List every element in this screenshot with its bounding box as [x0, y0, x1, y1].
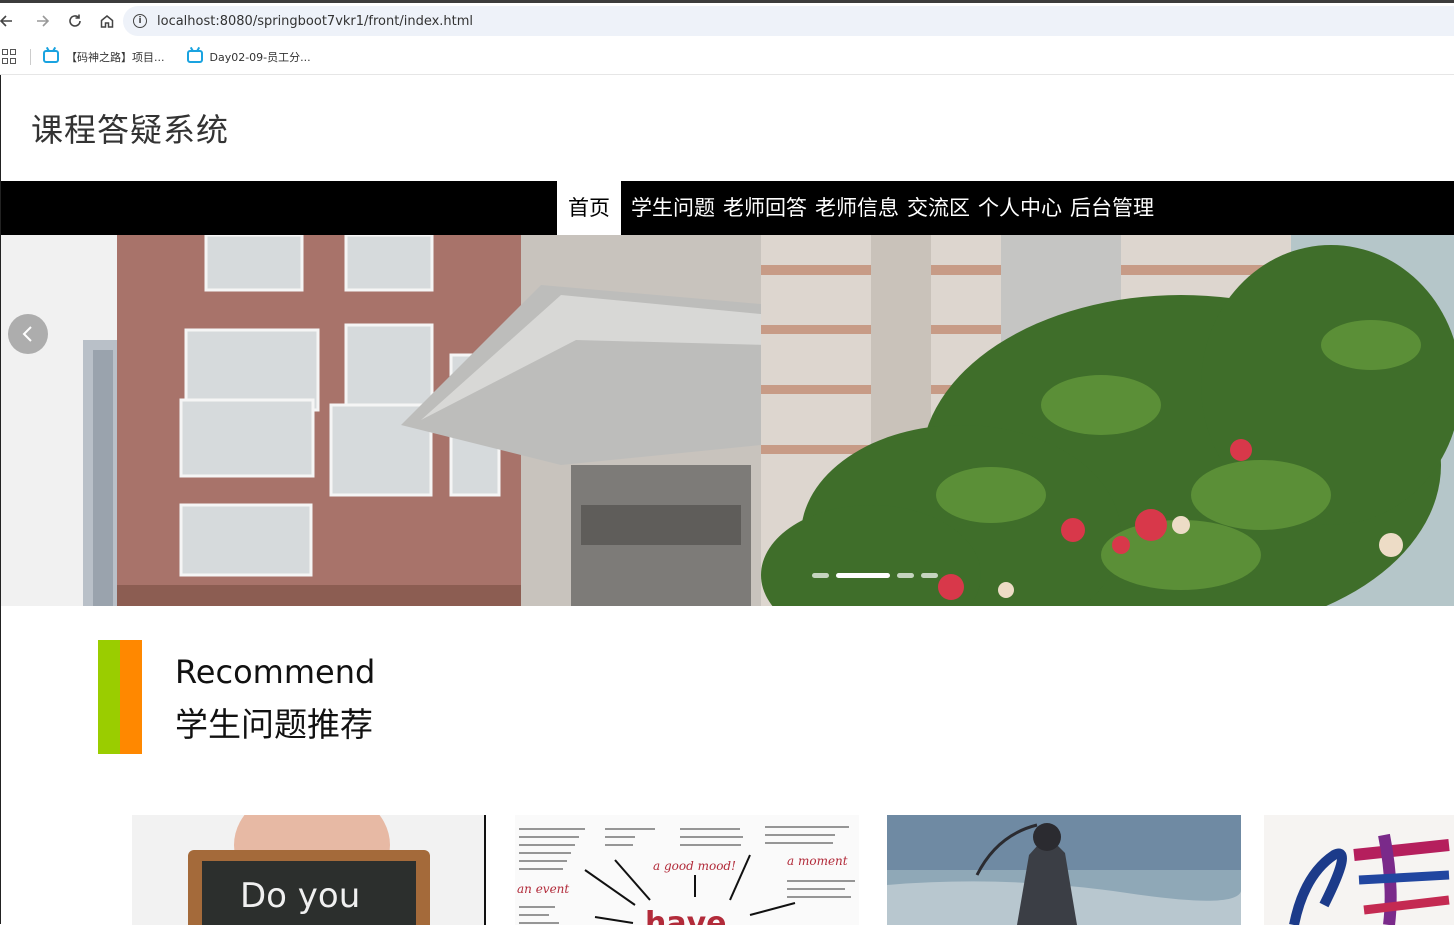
- card-label: have: [645, 906, 727, 925]
- bilibili-icon: [186, 50, 203, 63]
- question-card[interactable]: Do you: [132, 815, 486, 925]
- section-title-cn: 学生问题推荐: [175, 705, 373, 744]
- url-text: localhost:8080/springboot7vkr1/front/ind…: [157, 13, 474, 29]
- bookmark-label: Day02-09-员工分...: [209, 50, 311, 64]
- carousel-indicators: [812, 573, 945, 578]
- back-button[interactable]: [0, 6, 21, 36]
- card-image-seaside: [887, 815, 1241, 925]
- nav-menu: 首页 学生问题 老师回答 老师信息 交流区 个人中心 后台管理: [557, 181, 1158, 235]
- browser-toolbar: i localhost:8080/springboot7vkr1/front/i…: [0, 3, 1454, 39]
- nav-item-forum[interactable]: 交流区: [903, 181, 974, 235]
- card-label: a moment: [787, 854, 848, 868]
- section-title-en: Recommend: [175, 653, 376, 691]
- nav-item-admin[interactable]: 后台管理: [1066, 181, 1158, 235]
- forward-button[interactable]: [28, 6, 58, 36]
- card-label: a good mood!: [653, 859, 736, 873]
- accent-bar-green: [98, 640, 120, 754]
- apps-grid-icon[interactable]: [2, 48, 18, 65]
- site-title: 课程答疑系统: [31, 111, 230, 149]
- question-card[interactable]: a good mood! a moment an event have: [515, 815, 859, 925]
- campus-building-image: [1, 235, 1454, 606]
- card-caption: Do you: [240, 876, 360, 916]
- question-card[interactable]: [1264, 815, 1454, 925]
- card-image-vocabulary: a good mood! a moment an event have: [515, 815, 859, 925]
- nav-item-teacher-answers[interactable]: 老师回答: [719, 181, 811, 235]
- bilibili-icon: [43, 50, 59, 63]
- nav-item-student-questions[interactable]: 学生问题: [627, 181, 719, 235]
- arrow-right-icon: [37, 15, 50, 27]
- accent-bar-orange: [120, 640, 142, 754]
- site-info-icon[interactable]: i: [133, 14, 147, 28]
- bookmark-label: 【码神之路】项目...: [66, 50, 165, 64]
- main-navbar: 首页 学生问题 老师回答 老师信息 交流区 个人中心 后台管理: [1, 181, 1454, 235]
- reload-icon: [69, 14, 81, 27]
- card-image-calligraphy: [1264, 815, 1454, 925]
- bookmarks-separator: [30, 48, 31, 65]
- nav-item-home[interactable]: 首页: [557, 181, 621, 235]
- chevron-left-icon: [22, 326, 32, 342]
- carousel-dot[interactable]: [897, 573, 914, 578]
- home-icon: [100, 15, 114, 28]
- nav-item-profile[interactable]: 个人中心: [974, 181, 1066, 235]
- page-content: 课程答疑系统 首页 学生问题 老师回答 老师信息 交流区 个人中心 后台管理 R…: [0, 75, 1454, 925]
- question-card[interactable]: [887, 815, 1241, 925]
- home-button[interactable]: [92, 6, 122, 36]
- arrow-left-icon: [0, 15, 12, 27]
- carousel-dot-active[interactable]: [836, 573, 890, 578]
- nav-item-teacher-info[interactable]: 老师信息: [811, 181, 903, 235]
- bookmarks-bar: 【码神之路】项目... Day02-09-员工分...: [0, 39, 1454, 75]
- recommend-cards: Do you a good mood! a moment an event ha…: [1, 815, 1454, 925]
- reload-button[interactable]: [60, 6, 90, 36]
- card-image-chalkboard: Do you: [132, 815, 484, 925]
- address-bar[interactable]: i localhost:8080/springboot7vkr1/front/i…: [123, 6, 1454, 36]
- card-label: an event: [517, 882, 569, 896]
- bookmark-item[interactable]: 【码神之路】项目...: [43, 49, 165, 65]
- carousel-prev-button[interactable]: [8, 314, 48, 354]
- carousel-dot[interactable]: [921, 573, 938, 578]
- bookmark-item[interactable]: Day02-09-员工分...: [186, 49, 311, 65]
- carousel-banner[interactable]: [1, 235, 1454, 606]
- carousel-dot[interactable]: [812, 573, 829, 578]
